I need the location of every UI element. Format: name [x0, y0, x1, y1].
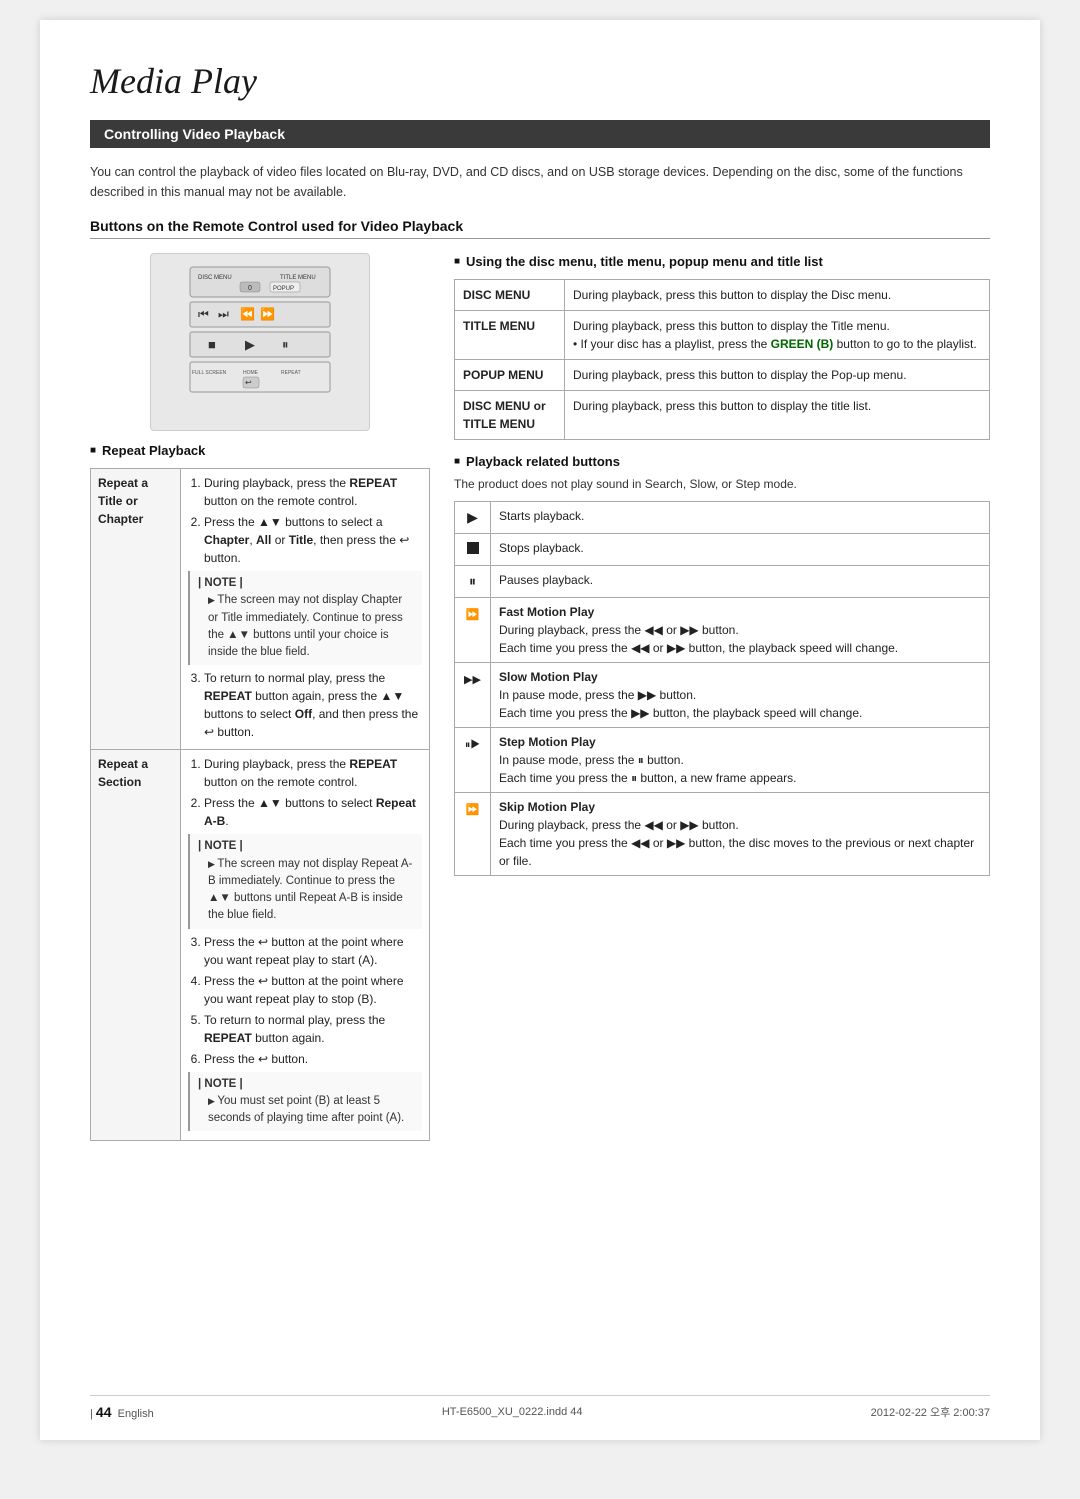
pause-desc: Pauses playback.	[491, 566, 990, 598]
step-1: During playback, press the REPEAT button…	[204, 474, 422, 510]
slow-motion-content: Slow Motion Play In pause mode, press th…	[491, 663, 990, 728]
step-3: To return to normal play, press the REPE…	[204, 669, 422, 741]
title-menu-label: TITLE MENU	[455, 311, 565, 360]
step-6: Press the ↩ button.	[204, 1050, 422, 1068]
repeat-section-steps: During playback, press the REPEAT button…	[188, 755, 422, 830]
table-row: ⏩ Skip Motion Play During playback, pres…	[455, 793, 990, 876]
note-block-3: | NOTE | You must set point (B) at least…	[188, 1072, 422, 1132]
repeat-section-steps-2: Press the ↩ button at the point where yo…	[188, 933, 422, 1068]
play-desc: Starts playback.	[491, 502, 990, 534]
repeat-section-content: During playback, press the REPEAT button…	[181, 750, 430, 1141]
main-content: DISC MENU TITLE MENU 0 POPUP ⏮ ⏭ ⏪	[90, 253, 990, 1141]
playback-intro: The product does not play sound in Searc…	[454, 475, 990, 493]
pause-icon: ⏸	[455, 566, 491, 598]
svg-text:↩: ↩	[245, 378, 252, 387]
disc-title-menu-desc: During playback, press this button to di…	[565, 391, 990, 440]
svg-text:TITLE MENU: TITLE MENU	[280, 275, 316, 281]
table-row: Repeat a Title or Chapter During playbac…	[91, 469, 430, 750]
step-motion-icon: ⏸▶	[455, 728, 491, 793]
note-block-1: | NOTE | The screen may not display Chap…	[188, 571, 422, 665]
table-row: DISC MENU orTITLE MENU During playback, …	[455, 391, 990, 440]
right-column: Using the disc menu, title menu, popup m…	[454, 253, 990, 1141]
popup-menu-desc: During playback, press this button to di…	[565, 360, 990, 391]
step-5: To return to normal play, press the REPE…	[204, 1011, 422, 1047]
play-icon: ▶	[455, 502, 491, 534]
table-row: DISC MENU During playback, press this bu…	[455, 280, 990, 311]
repeat-section-label: Repeat a Section	[91, 750, 181, 1141]
table-row: ⏸▶ Step Motion Play In pause mode, press…	[455, 728, 990, 793]
skip-motion-label: Skip Motion Play	[499, 800, 595, 814]
svg-text:FULL SCREEN: FULL SCREEN	[192, 370, 227, 376]
playback-header: Playback related buttons	[454, 454, 990, 469]
svg-text:▶: ▶	[245, 337, 255, 352]
page: Media Play Controlling Video Playback Yo…	[40, 20, 1040, 1440]
file-ref: HT-E6500_XU_0222.indd 44	[442, 1406, 583, 1418]
disc-menu-table: DISC MENU During playback, press this bu…	[454, 279, 990, 440]
left-column: DISC MENU TITLE MENU 0 POPUP ⏮ ⏭ ⏪	[90, 253, 430, 1141]
fast-motion-label: Fast Motion Play	[499, 605, 594, 619]
skip-motion-icon: ⏩	[455, 793, 491, 876]
note-block-2: | NOTE | The screen may not display Repe…	[188, 834, 422, 928]
step-3: Press the ↩ button at the point where yo…	[204, 933, 422, 969]
table-row: ⏸ Pauses playback.	[455, 566, 990, 598]
disc-title-menu-label: DISC MENU orTITLE MENU	[455, 391, 565, 440]
slow-motion-label: Slow Motion Play	[499, 670, 598, 684]
step-2: Press the ▲▼ buttons to select Repeat A-…	[204, 794, 422, 830]
remote-control-image: DISC MENU TITLE MENU 0 POPUP ⏮ ⏭ ⏪	[150, 253, 370, 431]
svg-text:⏭: ⏭	[218, 307, 229, 321]
repeat-playback-header: Repeat Playback	[90, 443, 430, 458]
step-motion-label: Step Motion Play	[499, 735, 596, 749]
svg-text:DISC MENU: DISC MENU	[198, 275, 232, 281]
repeat-table: Repeat a Title or Chapter During playbac…	[90, 468, 430, 1141]
step-4: Press the ↩ button at the point where yo…	[204, 972, 422, 1008]
svg-text:POPUP: POPUP	[273, 286, 294, 292]
page-number: | 44 English	[90, 1404, 154, 1420]
step-1: During playback, press the REPEAT button…	[204, 755, 422, 791]
step-motion-content: Step Motion Play In pause mode, press th…	[491, 728, 990, 793]
popup-menu-label: POPUP MENU	[455, 360, 565, 391]
table-row: POPUP MENU During playback, press this b…	[455, 360, 990, 391]
slow-motion-icon: ▶▶	[455, 663, 491, 728]
table-row: ⏩ Fast Motion Play During playback, pres…	[455, 598, 990, 663]
playback-table: ▶ Starts playback. Stops playback. ⏸ Pau…	[454, 501, 990, 876]
disc-menu-label: DISC MENU	[455, 280, 565, 311]
page-title: Media Play	[90, 60, 990, 102]
stop-desc: Stops playback.	[491, 534, 990, 566]
disc-menu-header: Using the disc menu, title menu, popup m…	[454, 253, 990, 271]
repeat-title-steps: During playback, press the REPEAT button…	[188, 474, 422, 567]
skip-motion-content: Skip Motion Play During playback, press …	[491, 793, 990, 876]
step-2: Press the ▲▼ buttons to select a Chapter…	[204, 513, 422, 567]
table-row: ▶▶ Slow Motion Play In pause mode, press…	[455, 663, 990, 728]
table-row: Repeat a Section During playback, press …	[91, 750, 430, 1141]
fast-motion-icon: ⏩	[455, 598, 491, 663]
table-row: TITLE MENU During playback, press this b…	[455, 311, 990, 360]
svg-text:⏪: ⏪	[240, 307, 255, 321]
svg-text:⏸: ⏸	[282, 337, 289, 352]
svg-text:⏮: ⏮	[198, 307, 209, 321]
svg-text:■: ■	[208, 337, 216, 352]
intro-text: You can control the playback of video fi…	[90, 162, 990, 202]
buttons-subtitle: Buttons on the Remote Control used for V…	[90, 218, 990, 239]
disc-menu-desc: During playback, press this button to di…	[565, 280, 990, 311]
date-ref: 2012-02-22 오후 2:00:37	[871, 1404, 990, 1420]
title-menu-desc: During playback, press this button to di…	[565, 311, 990, 360]
svg-text:⏩: ⏩	[260, 307, 275, 321]
table-row: Stops playback.	[455, 534, 990, 566]
page-footer: | 44 English HT-E6500_XU_0222.indd 44 20…	[90, 1395, 990, 1420]
svg-text:0: 0	[248, 285, 252, 292]
repeat-title-steps-2: To return to normal play, press the REPE…	[188, 669, 422, 741]
table-row: ▶ Starts playback.	[455, 502, 990, 534]
svg-text:REPEAT: REPEAT	[281, 370, 301, 376]
svg-text:HOME: HOME	[243, 370, 259, 376]
fast-motion-content: Fast Motion Play During playback, press …	[491, 598, 990, 663]
section-header: Controlling Video Playback	[90, 120, 990, 148]
stop-icon	[455, 534, 491, 566]
repeat-title-content: During playback, press the REPEAT button…	[181, 469, 430, 750]
repeat-title-label: Repeat a Title or Chapter	[91, 469, 181, 750]
